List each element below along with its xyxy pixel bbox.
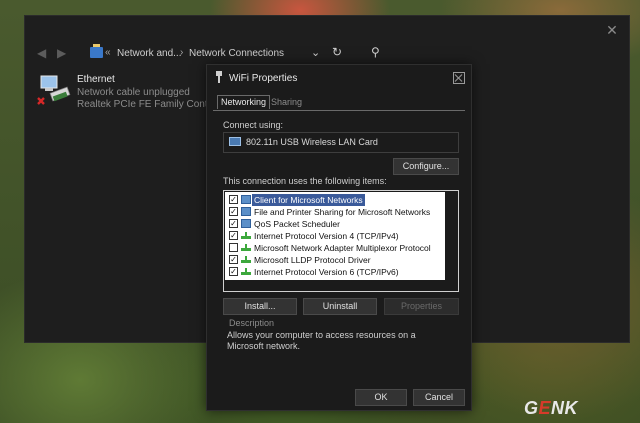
- adapter-field: 802.11n USB Wireless LAN Card: [223, 132, 459, 153]
- close-icon[interactable]: [453, 72, 465, 84]
- chevron-down-icon[interactable]: ⌄: [311, 46, 320, 59]
- ok-button[interactable]: OK: [355, 389, 407, 406]
- cancel-button[interactable]: Cancel: [413, 389, 465, 406]
- description-group: Description Allows your computer to acce…: [223, 316, 457, 356]
- breadcrumb-network-and[interactable]: Network and...: [117, 48, 181, 59]
- description-label: Description: [229, 318, 275, 328]
- forward-icon[interactable]: ▶: [57, 46, 66, 60]
- adapter-field-value: 802.11n USB Wireless LAN Card: [246, 137, 378, 147]
- network-card-icon: [229, 137, 241, 146]
- ethernet-adapter[interactable]: Ethernet Network cable unplugged Realtek…: [37, 72, 230, 116]
- network-client-icon: [241, 207, 251, 216]
- close-icon[interactable]: ✕: [605, 23, 619, 37]
- protocol-icon: [241, 232, 251, 239]
- protocol-icon: [241, 268, 251, 275]
- items-list-body: ✓ Client for Microsoft Networks ✓ File a…: [225, 192, 445, 280]
- item-checkbox[interactable]: ✓: [229, 207, 238, 216]
- list-item[interactable]: ✓ Internet Protocol Version 6 (TCP/IPv6): [225, 266, 445, 278]
- list-item[interactable]: ✓ Client for Microsoft Networks: [225, 194, 445, 206]
- network-client-icon: [241, 195, 251, 204]
- list-item[interactable]: ✓ QoS Packet Scheduler: [225, 218, 445, 230]
- item-checkbox[interactable]: [229, 243, 238, 252]
- item-checkbox[interactable]: ✓: [229, 219, 238, 228]
- item-label: Internet Protocol Version 4 (TCP/IPv4): [254, 231, 399, 241]
- item-checkbox[interactable]: ✓: [229, 195, 238, 204]
- search-icon[interactable]: ⚲: [371, 45, 380, 59]
- tab-sharing[interactable]: Sharing: [271, 97, 302, 107]
- item-label: Internet Protocol Version 6 (TCP/IPv6): [254, 267, 399, 277]
- configure-button[interactable]: Configure...: [393, 158, 459, 175]
- ethernet-adapter-icon: [37, 75, 71, 105]
- vertical-scrollbar[interactable]: [447, 192, 458, 289]
- items-list[interactable]: ✓ Client for Microsoft Networks ✓ File a…: [223, 190, 459, 292]
- item-label: Microsoft LLDP Protocol Driver: [254, 255, 371, 265]
- network-adapter-icon: [216, 71, 222, 83]
- uninstall-button[interactable]: Uninstall: [303, 298, 377, 315]
- install-button[interactable]: Install...: [223, 298, 297, 315]
- breadcrumb-network-connections[interactable]: Network Connections: [189, 48, 284, 59]
- item-label: QoS Packet Scheduler: [254, 219, 340, 229]
- properties-button[interactable]: Properties: [384, 298, 459, 315]
- item-checkbox[interactable]: ✓: [229, 231, 238, 240]
- tab-divider: [213, 110, 465, 111]
- breadcrumb-overflow[interactable]: «: [105, 47, 111, 58]
- item-label: Microsoft Network Adapter Multiplexor Pr…: [254, 243, 431, 253]
- list-item[interactable]: ✓ Microsoft LLDP Protocol Driver: [225, 254, 445, 266]
- protocol-icon: [241, 244, 251, 251]
- list-item[interactable]: Microsoft Network Adapter Multiplexor Pr…: [225, 242, 445, 254]
- item-label: Client for Microsoft Networks: [252, 194, 365, 206]
- adapter-name: Ethernet: [77, 74, 115, 85]
- tab-bar: Networking Sharing: [213, 95, 465, 111]
- refresh-icon[interactable]: ↻: [332, 45, 342, 59]
- tab-networking[interactable]: Networking: [217, 95, 271, 109]
- description-text: Allows your computer to access resources…: [227, 330, 416, 351]
- items-label: This connection uses the following items…: [223, 176, 387, 186]
- wifi-properties-dialog: WiFi Properties Networking Sharing Conne…: [206, 64, 472, 411]
- breadcrumb-separator: ›: [180, 47, 184, 58]
- item-checkbox[interactable]: ✓: [229, 267, 238, 276]
- network-client-icon: [241, 219, 251, 228]
- item-checkbox[interactable]: ✓: [229, 255, 238, 264]
- dialog-title: WiFi Properties: [229, 73, 298, 84]
- back-icon[interactable]: ◀: [37, 46, 46, 60]
- protocol-icon: [241, 256, 251, 263]
- horizontal-scrollbar[interactable]: [225, 282, 445, 291]
- control-panel-icon: [90, 44, 103, 58]
- item-label: File and Printer Sharing for Microsoft N…: [254, 207, 431, 217]
- list-item[interactable]: ✓ File and Printer Sharing for Microsoft…: [225, 206, 445, 218]
- genk-watermark-logo: GENK: [524, 398, 579, 418]
- connect-using-label: Connect using:: [223, 120, 284, 130]
- adapter-status: Network cable unplugged: [77, 87, 190, 98]
- list-item[interactable]: ✓ Internet Protocol Version 4 (TCP/IPv4): [225, 230, 445, 242]
